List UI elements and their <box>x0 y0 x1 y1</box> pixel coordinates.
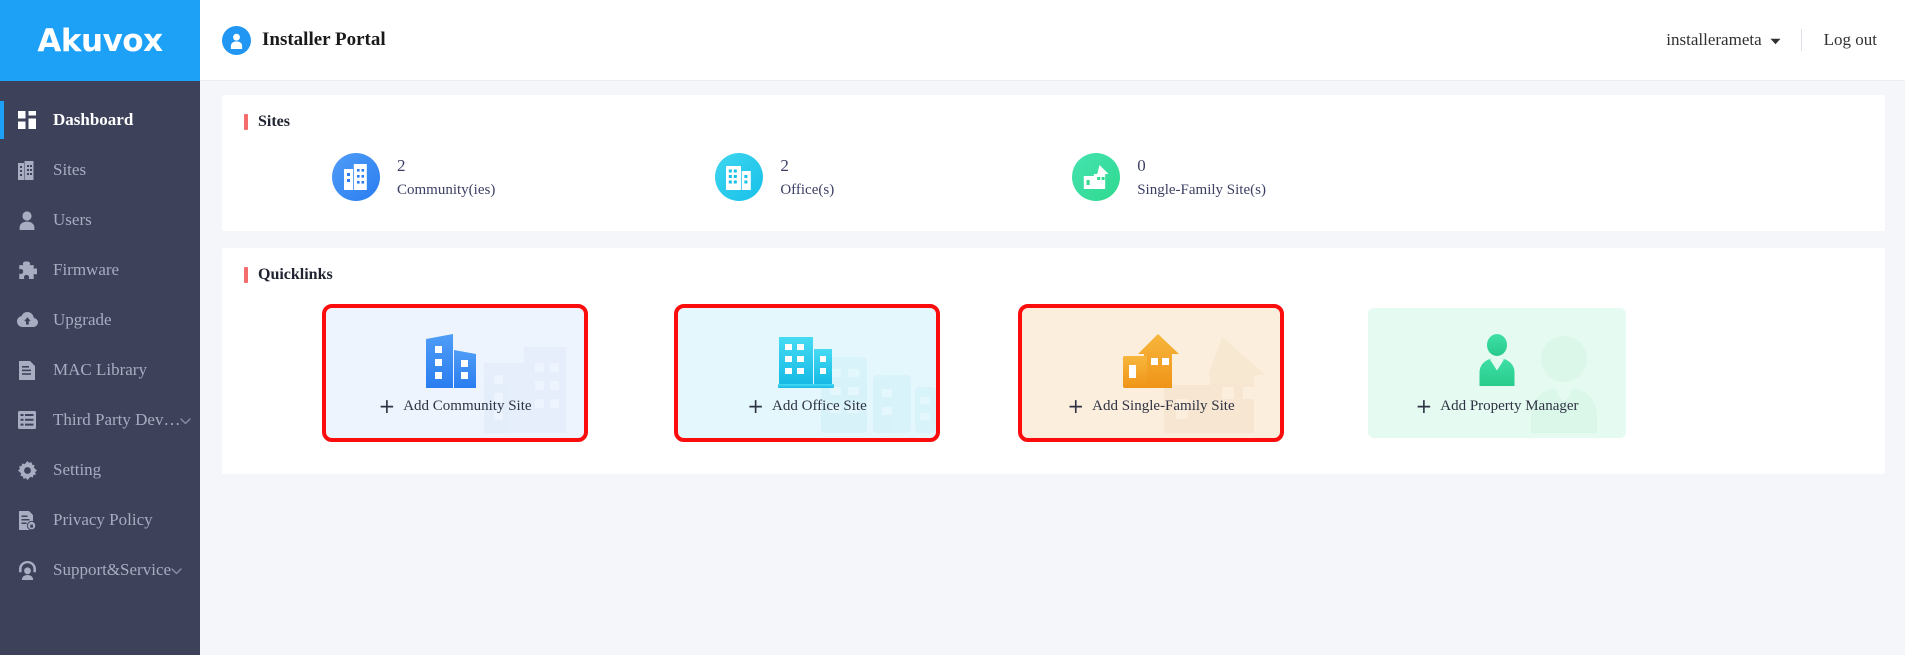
top-bar-actions: installerameta Log out <box>1666 29 1877 51</box>
community-building-icon <box>332 153 380 201</box>
house-icon <box>1072 153 1121 201</box>
ghost-person-decoration <box>1506 329 1626 438</box>
sidebar-item-dashboard[interactable]: Dashboard <box>0 95 200 145</box>
sidebar-item-label: Users <box>53 210 92 229</box>
plus-icon: + <box>378 394 396 418</box>
quicklinks-panel-title: Quicklinks <box>258 266 333 283</box>
page-title: Installer Portal <box>262 29 386 50</box>
cloud-upload-icon <box>14 309 40 331</box>
accent-bar <box>244 114 248 130</box>
brand-logo[interactable]: Akuvox <box>0 0 200 81</box>
document-lock-icon <box>14 509 40 531</box>
sidebar-item-firmware[interactable]: Firmware <box>0 245 200 295</box>
sidebar-item-upgrade[interactable]: Upgrade <box>0 295 200 345</box>
sites-stats: 2 Community(ies) 2 Office(s) 0 Single-Fa… <box>222 131 1885 231</box>
community-building-icon <box>426 330 484 388</box>
chevron-down-icon[interactable] <box>171 560 182 580</box>
user-avatar-icon <box>222 25 251 55</box>
house-icon <box>1121 330 1181 388</box>
sidebar-item-support-service[interactable]: Support&Service <box>0 545 200 595</box>
add-property-manager-label-row: + Add Property Manager <box>1415 396 1578 416</box>
stat-offices[interactable]: 2 Office(s) <box>715 153 834 201</box>
sidebar-nav: Dashboard Sites Users Firmware Upgrade M… <box>0 81 200 655</box>
stat-value: 0 <box>1137 155 1146 175</box>
add-community-site-label: Add Community Site <box>403 397 532 414</box>
manager-person-icon <box>1470 330 1524 388</box>
logout-button[interactable]: Log out <box>1802 30 1877 50</box>
user-icon <box>14 209 40 231</box>
stat-value: 2 <box>397 155 406 175</box>
chevron-down-icon[interactable] <box>180 410 192 430</box>
document-icon <box>14 359 40 381</box>
office-building-icon <box>778 330 836 388</box>
add-single-family-site-label: Add Single-Family Site <box>1092 397 1235 414</box>
sidebar-item-label: Dashboard <box>53 110 134 129</box>
stat-text: 2 Community(ies) <box>397 157 495 198</box>
sites-panel: Sites 2 Community(ies) 2 Office(s) 0 Sin… <box>222 95 1885 231</box>
sidebar-item-label: Support&Service <box>53 560 172 579</box>
stat-text: 2 Office(s) <box>780 157 834 198</box>
main-area: Installer Portal installerameta Log out … <box>200 0 1905 655</box>
stat-label: Community(ies) <box>397 181 496 198</box>
add-single-family-site-label-row: + Add Single-Family Site <box>1067 396 1234 416</box>
puzzle-icon <box>14 259 40 281</box>
sidebar-item-label: Sites <box>53 160 87 179</box>
user-menu-button[interactable]: installerameta <box>1666 30 1800 50</box>
sidebar-item-label: MAC Library <box>53 360 147 379</box>
add-property-manager-label: Add Property Manager <box>1440 397 1579 414</box>
dashboard-content: Sites 2 Community(ies) 2 Office(s) 0 Sin… <box>200 81 1905 655</box>
chevron-down-icon <box>1770 30 1781 50</box>
stat-single-family-sites[interactable]: 0 Single-Family Site(s) <box>1072 153 1266 201</box>
sidebar: Akuvox Dashboard Sites Users Firmware Up… <box>0 0 200 655</box>
quicklinks-list: + Add Community Site + Add Office Site +… <box>222 284 1885 474</box>
username-label: installerameta <box>1666 30 1762 49</box>
portal-identity: Installer Portal <box>222 25 386 55</box>
add-community-site-label-row: + Add Community Site <box>378 396 531 416</box>
list-document-icon <box>14 409 40 431</box>
plus-icon: + <box>1067 394 1085 418</box>
headset-support-icon <box>14 559 40 581</box>
sidebar-item-label: Privacy Policy <box>53 510 153 529</box>
sidebar-item-label: Third Party Dev… <box>53 410 181 429</box>
add-office-site-card[interactable]: + Add Office Site <box>674 304 940 442</box>
quicklinks-panel-header: Quicklinks <box>222 248 1885 284</box>
brand-logo-text: Akuvox <box>37 22 163 59</box>
sidebar-item-setting[interactable]: Setting <box>0 445 200 495</box>
gear-icon <box>14 459 40 481</box>
add-office-site-label-row: + Add Office Site <box>747 396 866 416</box>
quicklinks-panel: Quicklinks + Add Community Site + Add Of… <box>222 248 1885 474</box>
sidebar-item-label: Firmware <box>53 260 120 279</box>
stat-communities[interactable]: 2 Community(ies) <box>332 153 495 201</box>
sidebar-item-label: Upgrade <box>53 310 112 329</box>
dashboard-icon <box>14 109 40 131</box>
add-community-site-card[interactable]: + Add Community Site <box>322 304 588 442</box>
sidebar-item-sites[interactable]: Sites <box>0 145 200 195</box>
add-office-site-label: Add Office Site <box>772 397 867 414</box>
sites-panel-header: Sites <box>222 95 1885 131</box>
stat-label: Office(s) <box>780 181 835 198</box>
building-icon <box>14 159 40 181</box>
sites-panel-title: Sites <box>258 113 290 130</box>
stat-text: 0 Single-Family Site(s) <box>1137 157 1266 198</box>
stat-label: Single-Family Site(s) <box>1137 181 1266 198</box>
add-single-family-site-card[interactable]: + Add Single-Family Site <box>1018 304 1284 442</box>
plus-icon: + <box>747 394 765 418</box>
plus-icon: + <box>1415 394 1433 418</box>
sidebar-item-label: Setting <box>53 460 102 479</box>
sidebar-item-users[interactable]: Users <box>0 195 200 245</box>
sidebar-item-third-party-device[interactable]: Third Party Dev… <box>0 395 200 445</box>
top-bar: Installer Portal installerameta Log out <box>200 0 1905 81</box>
sidebar-item-mac-library[interactable]: MAC Library <box>0 345 200 395</box>
add-property-manager-card[interactable]: + Add Property Manager <box>1368 308 1626 438</box>
accent-bar <box>244 267 248 283</box>
app-root: Akuvox Dashboard Sites Users Firmware Up… <box>0 0 1905 655</box>
office-building-icon <box>715 153 764 201</box>
stat-value: 2 <box>780 155 789 175</box>
sidebar-item-privacy-policy[interactable]: Privacy Policy <box>0 495 200 545</box>
